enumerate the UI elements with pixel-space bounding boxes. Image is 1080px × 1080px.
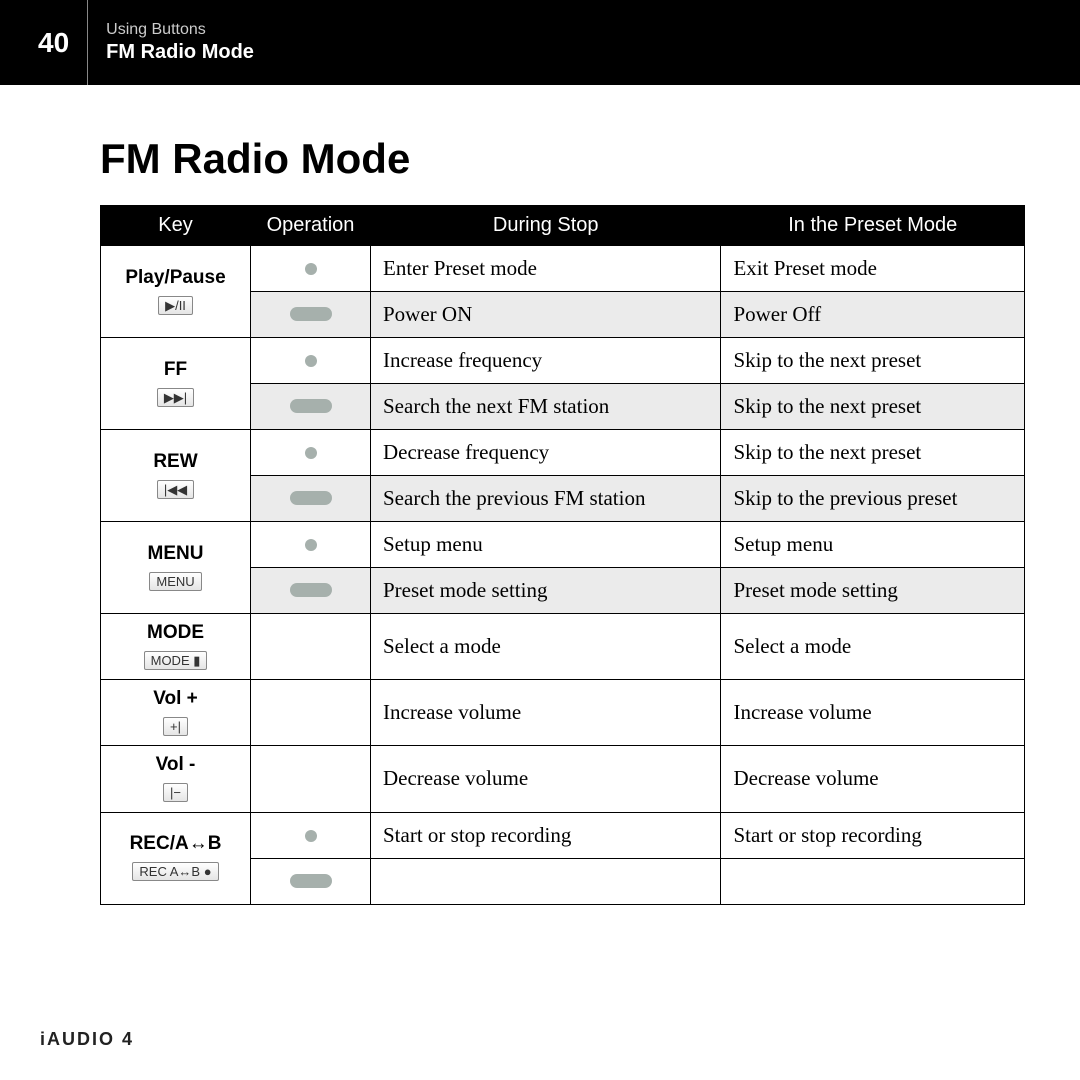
op-cell <box>251 338 371 384</box>
during-stop-cell: Search the next FM station <box>371 384 721 430</box>
during-stop-cell: Enter Preset mode <box>371 246 721 292</box>
footer-product: iAUDIO 4 <box>40 1029 134 1050</box>
key-cell: Vol + +| <box>101 680 251 746</box>
long-press-icon <box>290 583 332 597</box>
key-cell: REC/A↔B REC A↔B ● <box>101 812 251 904</box>
key-cell: Vol - |− <box>101 746 251 812</box>
preset-mode-cell: Start or stop recording <box>721 812 1025 858</box>
col-during-stop: During Stop <box>371 206 721 246</box>
during-stop-cell <box>371 858 721 904</box>
breadcrumb-subtitle: Using Buttons <box>106 21 254 39</box>
op-cell <box>251 680 371 746</box>
key-cell: FF ▶▶| <box>101 338 251 430</box>
key-icon: |◀◀ <box>157 480 194 499</box>
key-icon: MODE ▮ <box>144 651 208 670</box>
op-cell <box>251 522 371 568</box>
key-cell: REW |◀◀ <box>101 430 251 522</box>
preset-mode-cell: Exit Preset mode <box>721 246 1025 292</box>
preset-mode-cell: Select a mode <box>721 614 1025 680</box>
op-cell <box>251 812 371 858</box>
op-cell <box>251 568 371 614</box>
key-icon: MENU <box>149 572 201 591</box>
long-press-icon <box>290 874 332 888</box>
preset-mode-cell: Skip to the next preset <box>721 338 1025 384</box>
op-cell <box>251 476 371 522</box>
key-cell: MENU MENU <box>101 522 251 614</box>
page-number: 40 <box>38 0 88 85</box>
op-cell <box>251 858 371 904</box>
short-press-icon <box>305 447 317 459</box>
op-cell <box>251 246 371 292</box>
breadcrumb-title: FM Radio Mode <box>106 41 254 64</box>
op-cell <box>251 384 371 430</box>
key-icon: +| <box>163 717 188 736</box>
during-stop-cell: Power ON <box>371 292 721 338</box>
long-press-icon <box>290 399 332 413</box>
during-stop-cell: Decrease volume <box>371 746 721 812</box>
preset-mode-cell: Preset mode setting <box>721 568 1025 614</box>
op-cell <box>251 746 371 812</box>
short-press-icon <box>305 355 317 367</box>
key-icon: ▶▶| <box>157 388 194 407</box>
section-title: FM Radio Mode <box>100 135 1025 183</box>
button-function-table: Key Operation During Stop In the Preset … <box>100 205 1025 905</box>
preset-mode-cell: Skip to the next preset <box>721 430 1025 476</box>
during-stop-cell: Preset mode setting <box>371 568 721 614</box>
during-stop-cell: Increase volume <box>371 680 721 746</box>
key-cell: Play/Pause ▶/II <box>101 246 251 338</box>
during-stop-cell: Select a mode <box>371 614 721 680</box>
during-stop-cell: Increase frequency <box>371 338 721 384</box>
preset-mode-cell: Increase volume <box>721 680 1025 746</box>
long-press-icon <box>290 491 332 505</box>
during-stop-cell: Start or stop recording <box>371 812 721 858</box>
key-icon: ▶/II <box>158 296 193 315</box>
key-icon: REC A↔B ● <box>132 862 218 881</box>
col-preset-mode: In the Preset Mode <box>721 206 1025 246</box>
key-icon: |− <box>163 783 188 802</box>
op-cell <box>251 614 371 680</box>
col-operation: Operation <box>251 206 371 246</box>
preset-mode-cell: Skip to the next preset <box>721 384 1025 430</box>
preset-mode-cell: Skip to the previous preset <box>721 476 1025 522</box>
col-key: Key <box>101 206 251 246</box>
preset-mode-cell <box>721 858 1025 904</box>
page-header: 40 Using Buttons FM Radio Mode <box>0 0 1080 85</box>
during-stop-cell: Search the previous FM station <box>371 476 721 522</box>
during-stop-cell: Setup menu <box>371 522 721 568</box>
preset-mode-cell: Setup menu <box>721 522 1025 568</box>
short-press-icon <box>305 830 317 842</box>
long-press-icon <box>290 307 332 321</box>
preset-mode-cell: Decrease volume <box>721 746 1025 812</box>
key-cell: MODE MODE ▮ <box>101 614 251 680</box>
short-press-icon <box>305 263 317 275</box>
op-cell <box>251 430 371 476</box>
during-stop-cell: Decrease frequency <box>371 430 721 476</box>
op-cell <box>251 292 371 338</box>
short-press-icon <box>305 539 317 551</box>
preset-mode-cell: Power Off <box>721 292 1025 338</box>
